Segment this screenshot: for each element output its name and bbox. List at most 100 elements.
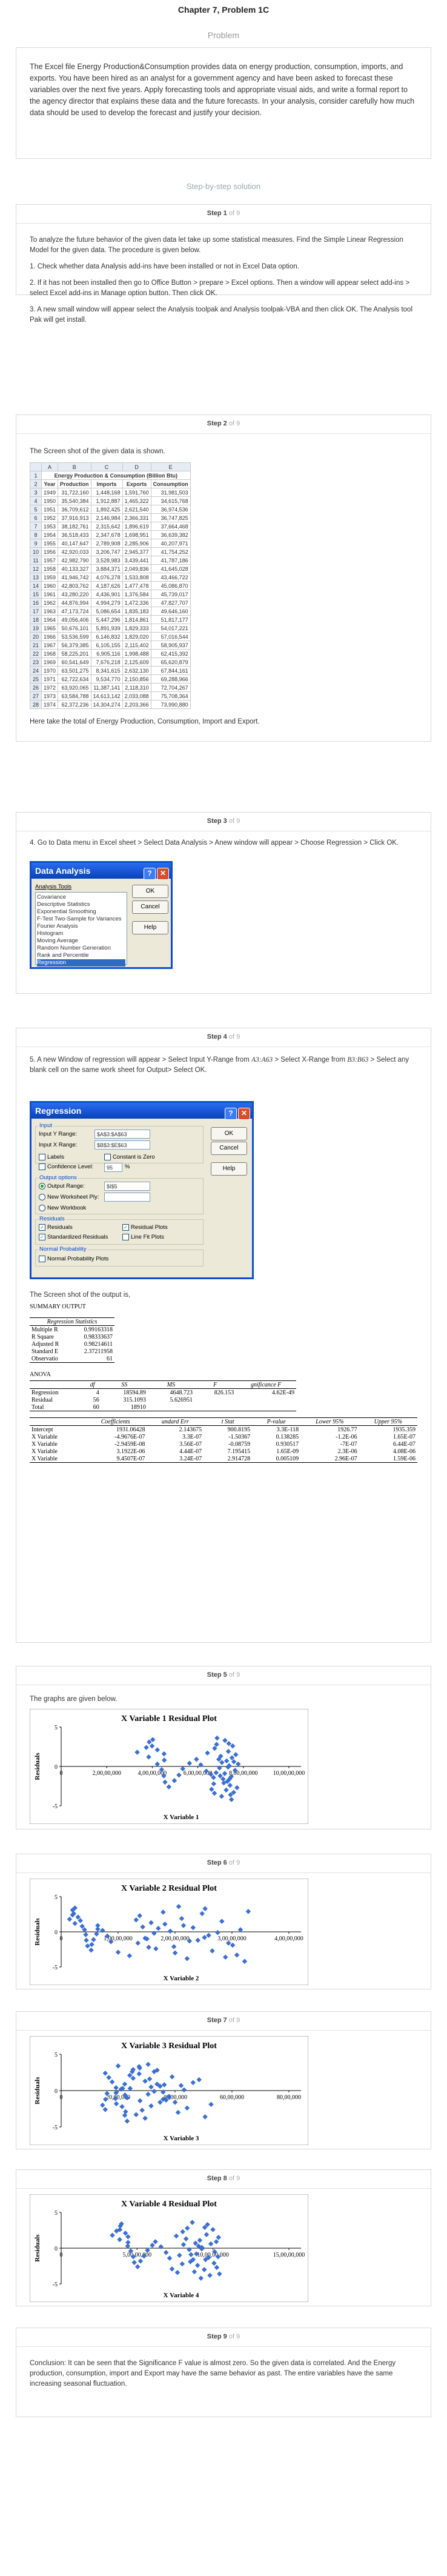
cancel-button[interactable]: Cancel xyxy=(132,900,168,914)
data-cell[interactable]: 1969 xyxy=(41,657,59,667)
residuals-checkbox[interactable]: ✓ Residuals xyxy=(39,1224,73,1231)
data-cell[interactable]: 40,207,971 xyxy=(150,539,191,548)
list-item[interactable]: Descriptive Statistics xyxy=(37,901,125,908)
data-cell[interactable]: 31,722,160 xyxy=(58,488,91,497)
column-header[interactable]: E xyxy=(150,462,191,471)
data-cell[interactable]: 1,829,333 xyxy=(122,624,151,633)
data-cell[interactable]: 2,118,310 xyxy=(122,683,151,692)
data-cell[interactable]: 65,620,879 xyxy=(150,657,191,667)
data-cell[interactable]: 63,920,065 xyxy=(58,683,91,692)
data-cell[interactable]: 2,789,908 xyxy=(90,539,123,548)
data-cell[interactable]: 1953 xyxy=(41,522,59,531)
data-cell[interactable]: 1949 xyxy=(41,488,59,497)
column-header[interactable] xyxy=(30,462,42,471)
data-cell[interactable]: 2,621,540 xyxy=(122,505,151,514)
output-range-radio[interactable]: Output Range: xyxy=(39,1183,85,1190)
list-item[interactable]: Rank and Percentile xyxy=(37,952,125,959)
close-icon[interactable]: ✕ xyxy=(238,1108,250,1120)
list-item[interactable]: Random Number Generation xyxy=(37,945,125,952)
data-cell[interactable]: 37,664,468 xyxy=(150,522,191,531)
data-cell[interactable]: 1,835,183 xyxy=(122,607,151,616)
data-cell[interactable]: 41,787,186 xyxy=(150,556,191,565)
sheet-title-cell[interactable]: Energy Production & Consumption (Billion… xyxy=(41,471,191,480)
data-cell[interactable]: 2,203,366 xyxy=(122,700,151,709)
data-cell[interactable]: 5,086,654 xyxy=(90,607,123,616)
data-cell[interactable]: 72,704,267 xyxy=(150,683,191,692)
data-cell[interactable]: 53,536,599 xyxy=(58,632,91,641)
data-cell[interactable]: 36,518,433 xyxy=(58,530,91,539)
column-header[interactable]: D xyxy=(122,462,151,471)
data-cell[interactable]: 3,884,371 xyxy=(90,564,123,573)
data-cell[interactable]: 47,173,724 xyxy=(58,607,91,616)
data-cell[interactable]: 40,133,327 xyxy=(58,564,91,573)
header-cell[interactable]: Year xyxy=(41,479,59,488)
data-cell[interactable]: 51,817,177 xyxy=(150,615,191,624)
data-cell[interactable]: 3,528,983 xyxy=(90,556,123,565)
data-cell[interactable]: 63,501,275 xyxy=(58,666,91,675)
data-cell[interactable]: 4,436,901 xyxy=(90,590,123,599)
data-cell[interactable]: 1965 xyxy=(41,624,59,633)
header-cell[interactable]: Imports xyxy=(90,479,123,488)
data-cell[interactable]: 7,676,218 xyxy=(90,657,123,667)
analysis-tools-list[interactable]: Covariance Descriptive Statistics Exponent… xyxy=(35,892,127,967)
data-cell[interactable]: 6,105,155 xyxy=(90,641,123,650)
data-cell[interactable]: 40,147,647 xyxy=(58,539,91,548)
column-header[interactable]: B xyxy=(58,462,91,471)
data-cell[interactable]: 1973 xyxy=(41,691,59,701)
data-cell[interactable]: 49,646,160 xyxy=(150,607,191,616)
data-cell[interactable]: 1,829,020 xyxy=(122,632,151,641)
data-cell[interactable]: 38,182,761 xyxy=(58,522,91,531)
data-cell[interactable]: 9,534,770 xyxy=(90,674,123,684)
data-cell[interactable]: 1974 xyxy=(41,700,59,709)
data-cell[interactable]: 1950 xyxy=(41,496,59,505)
data-cell[interactable]: 58,225,201 xyxy=(58,649,91,658)
data-cell[interactable]: 31,981,503 xyxy=(150,488,191,497)
data-cell[interactable]: 1967 xyxy=(41,641,59,650)
confidence-checkbox[interactable]: Confidence Level: xyxy=(39,1163,93,1170)
data-cell[interactable]: 1970 xyxy=(41,666,59,675)
data-cell[interactable]: 2,150,856 xyxy=(122,674,151,684)
data-cell[interactable]: 73,990,880 xyxy=(150,700,191,709)
data-cell[interactable]: 3,206,747 xyxy=(90,547,123,556)
data-cell[interactable]: 6,146,832 xyxy=(90,632,123,641)
data-cell[interactable]: 1,477,478 xyxy=(122,581,151,590)
data-cell[interactable]: 45,739,017 xyxy=(150,590,191,599)
data-cell[interactable]: 11,387,141 xyxy=(90,683,123,692)
data-cell[interactable]: 1968 xyxy=(41,649,59,658)
ok-button[interactable]: OK xyxy=(211,1127,247,1140)
data-cell[interactable]: 2,125,609 xyxy=(122,657,151,667)
data-cell[interactable]: 1963 xyxy=(41,607,59,616)
data-cell[interactable]: 4,187,626 xyxy=(90,581,123,590)
data-cell[interactable]: 36,974,536 xyxy=(150,505,191,514)
labels-checkbox[interactable]: Labels xyxy=(39,1154,64,1160)
list-item[interactable]: Regression xyxy=(37,959,125,967)
data-cell[interactable]: 1,892,425 xyxy=(90,505,123,514)
confidence-field[interactable]: 95 xyxy=(104,1163,122,1172)
data-cell[interactable]: 2,049,836 xyxy=(122,564,151,573)
data-cell[interactable]: 56,379,385 xyxy=(58,641,91,650)
data-cell[interactable]: 1954 xyxy=(41,530,59,539)
residual-plots-checkbox[interactable]: ✓ Residual Plots xyxy=(122,1224,168,1231)
data-cell[interactable]: 3,439,441 xyxy=(122,556,151,565)
data-cell[interactable]: 2,366,331 xyxy=(122,513,151,522)
data-cell[interactable]: 1,896,619 xyxy=(122,522,151,531)
data-cell[interactable]: 34,615,768 xyxy=(150,496,191,505)
ok-button[interactable]: OK xyxy=(132,885,168,898)
list-item[interactable]: Covariance xyxy=(37,894,125,901)
data-cell[interactable]: 62,415,392 xyxy=(150,649,191,658)
data-cell[interactable]: 1951 xyxy=(41,505,59,514)
data-cell[interactable]: 2,285,906 xyxy=(122,539,151,548)
data-cell[interactable]: 36,639,382 xyxy=(150,530,191,539)
list-item[interactable]: Fourier Analysis xyxy=(37,923,125,930)
constant-zero-checkbox[interactable]: Constant is Zero xyxy=(104,1154,155,1160)
data-cell[interactable]: 47,827,707 xyxy=(150,598,191,607)
new-worksheet-field[interactable] xyxy=(104,1193,150,1202)
data-cell[interactable]: 1,591,760 xyxy=(122,488,151,497)
data-cell[interactable]: 67,844,161 xyxy=(150,666,191,675)
data-cell[interactable]: 2,033,088 xyxy=(122,691,151,701)
data-cell[interactable]: 5,447,296 xyxy=(90,615,123,624)
data-cell[interactable]: 1,472,336 xyxy=(122,598,151,607)
data-cell[interactable]: 2,945,377 xyxy=(122,547,151,556)
data-cell[interactable]: 2,315,642 xyxy=(90,522,123,531)
data-cell[interactable]: 41,946,742 xyxy=(58,573,91,582)
